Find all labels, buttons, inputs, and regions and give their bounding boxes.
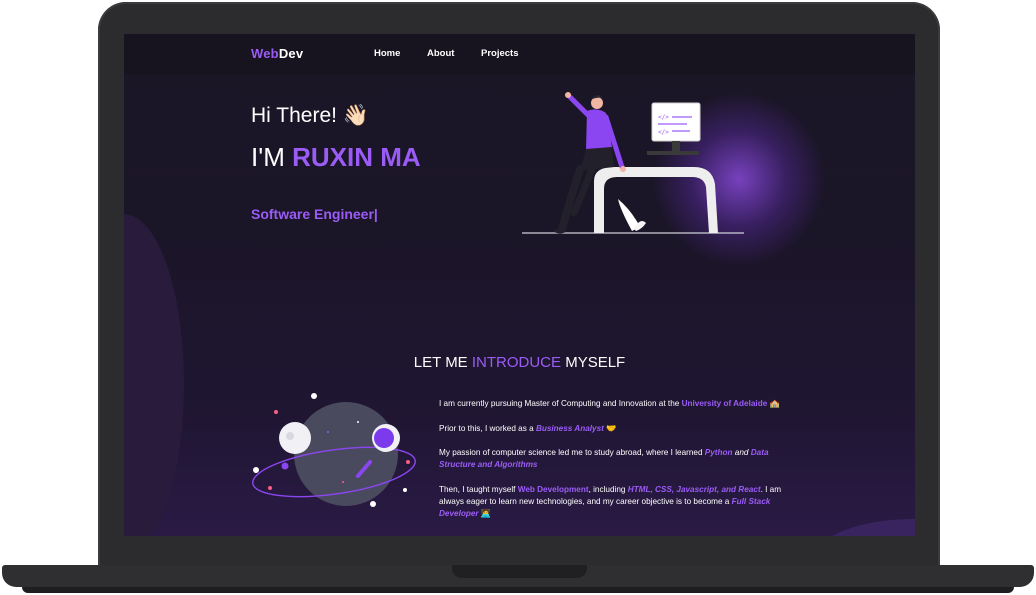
- nav-link-home[interactable]: Home: [374, 48, 400, 59]
- website-screen: WebDev Home About Projects Hi There! 👋🏻 …: [124, 34, 915, 536]
- laptop-notch: [452, 565, 587, 578]
- navbar: WebDev Home About Projects: [124, 34, 915, 74]
- nav-link-projects[interactable]: Projects: [481, 48, 519, 59]
- about-heading: LET ME INTRODUCE MYSELF: [124, 354, 915, 371]
- bio-emoji: 🏫: [767, 399, 779, 408]
- bio-paragraph: Then, I taught myself Web Development, i…: [439, 484, 784, 520]
- hero-name-line: I'M RUXIN MA: [251, 142, 421, 173]
- bio-university: University of Adelaide: [682, 399, 768, 408]
- site-logo[interactable]: WebDev: [251, 46, 303, 61]
- bio-paragraph: Prior to this, I worked as a Business An…: [439, 423, 784, 435]
- developer-at-desk-illustration: </> </>: [522, 89, 752, 239]
- about-heading-pre: LET ME: [414, 354, 472, 371]
- bio-text: My passion of computer science led me to…: [439, 448, 705, 457]
- bio-paragraph: My passion of computer science led me to…: [439, 447, 784, 471]
- bio-skill-webdev: Web Development: [518, 485, 589, 494]
- space-planets-illustration: [248, 392, 418, 522]
- hero-role-typewriter: Software Engineer|: [251, 206, 378, 222]
- logo-accent: Web: [251, 46, 279, 61]
- bio-text: I am currently pursuing Master of Comput…: [439, 399, 682, 408]
- bio-text: and: [733, 448, 751, 457]
- bio-emoji: 🤝: [604, 424, 616, 433]
- laptop-base-shadow: [22, 587, 1014, 593]
- logo-rest: Dev: [279, 46, 303, 61]
- nav-link-about[interactable]: About: [427, 48, 454, 59]
- bio-text: Prior to this, I worked as a: [439, 424, 536, 433]
- about-heading-highlight: INTRODUCE: [472, 354, 561, 371]
- hero-greeting: Hi There! 👋🏻: [251, 104, 369, 128]
- bio-emoji: 🧑‍💻: [479, 509, 491, 518]
- about-bio: I am currently pursuing Master of Comput…: [439, 398, 784, 532]
- hero-name: RUXIN MA: [292, 142, 421, 172]
- svg-text:</>: </>: [658, 114, 669, 121]
- about-heading-post: MYSELF: [561, 354, 625, 371]
- bio-text: , including: [589, 485, 628, 494]
- bio-paragraph: I am currently pursuing Master of Comput…: [439, 398, 784, 410]
- hero-name-prefix: I'M: [251, 142, 292, 172]
- background-curve: [814, 519, 915, 536]
- bio-text: Then, I taught myself: [439, 485, 518, 494]
- bio-skill-python: Python: [705, 448, 733, 457]
- background-blob: [124, 214, 184, 536]
- svg-text:</>: </>: [658, 129, 669, 136]
- bio-skill-stack: HTML, CSS, Javascript, and React: [628, 485, 761, 494]
- bio-job-title: Business Analyst: [536, 424, 604, 433]
